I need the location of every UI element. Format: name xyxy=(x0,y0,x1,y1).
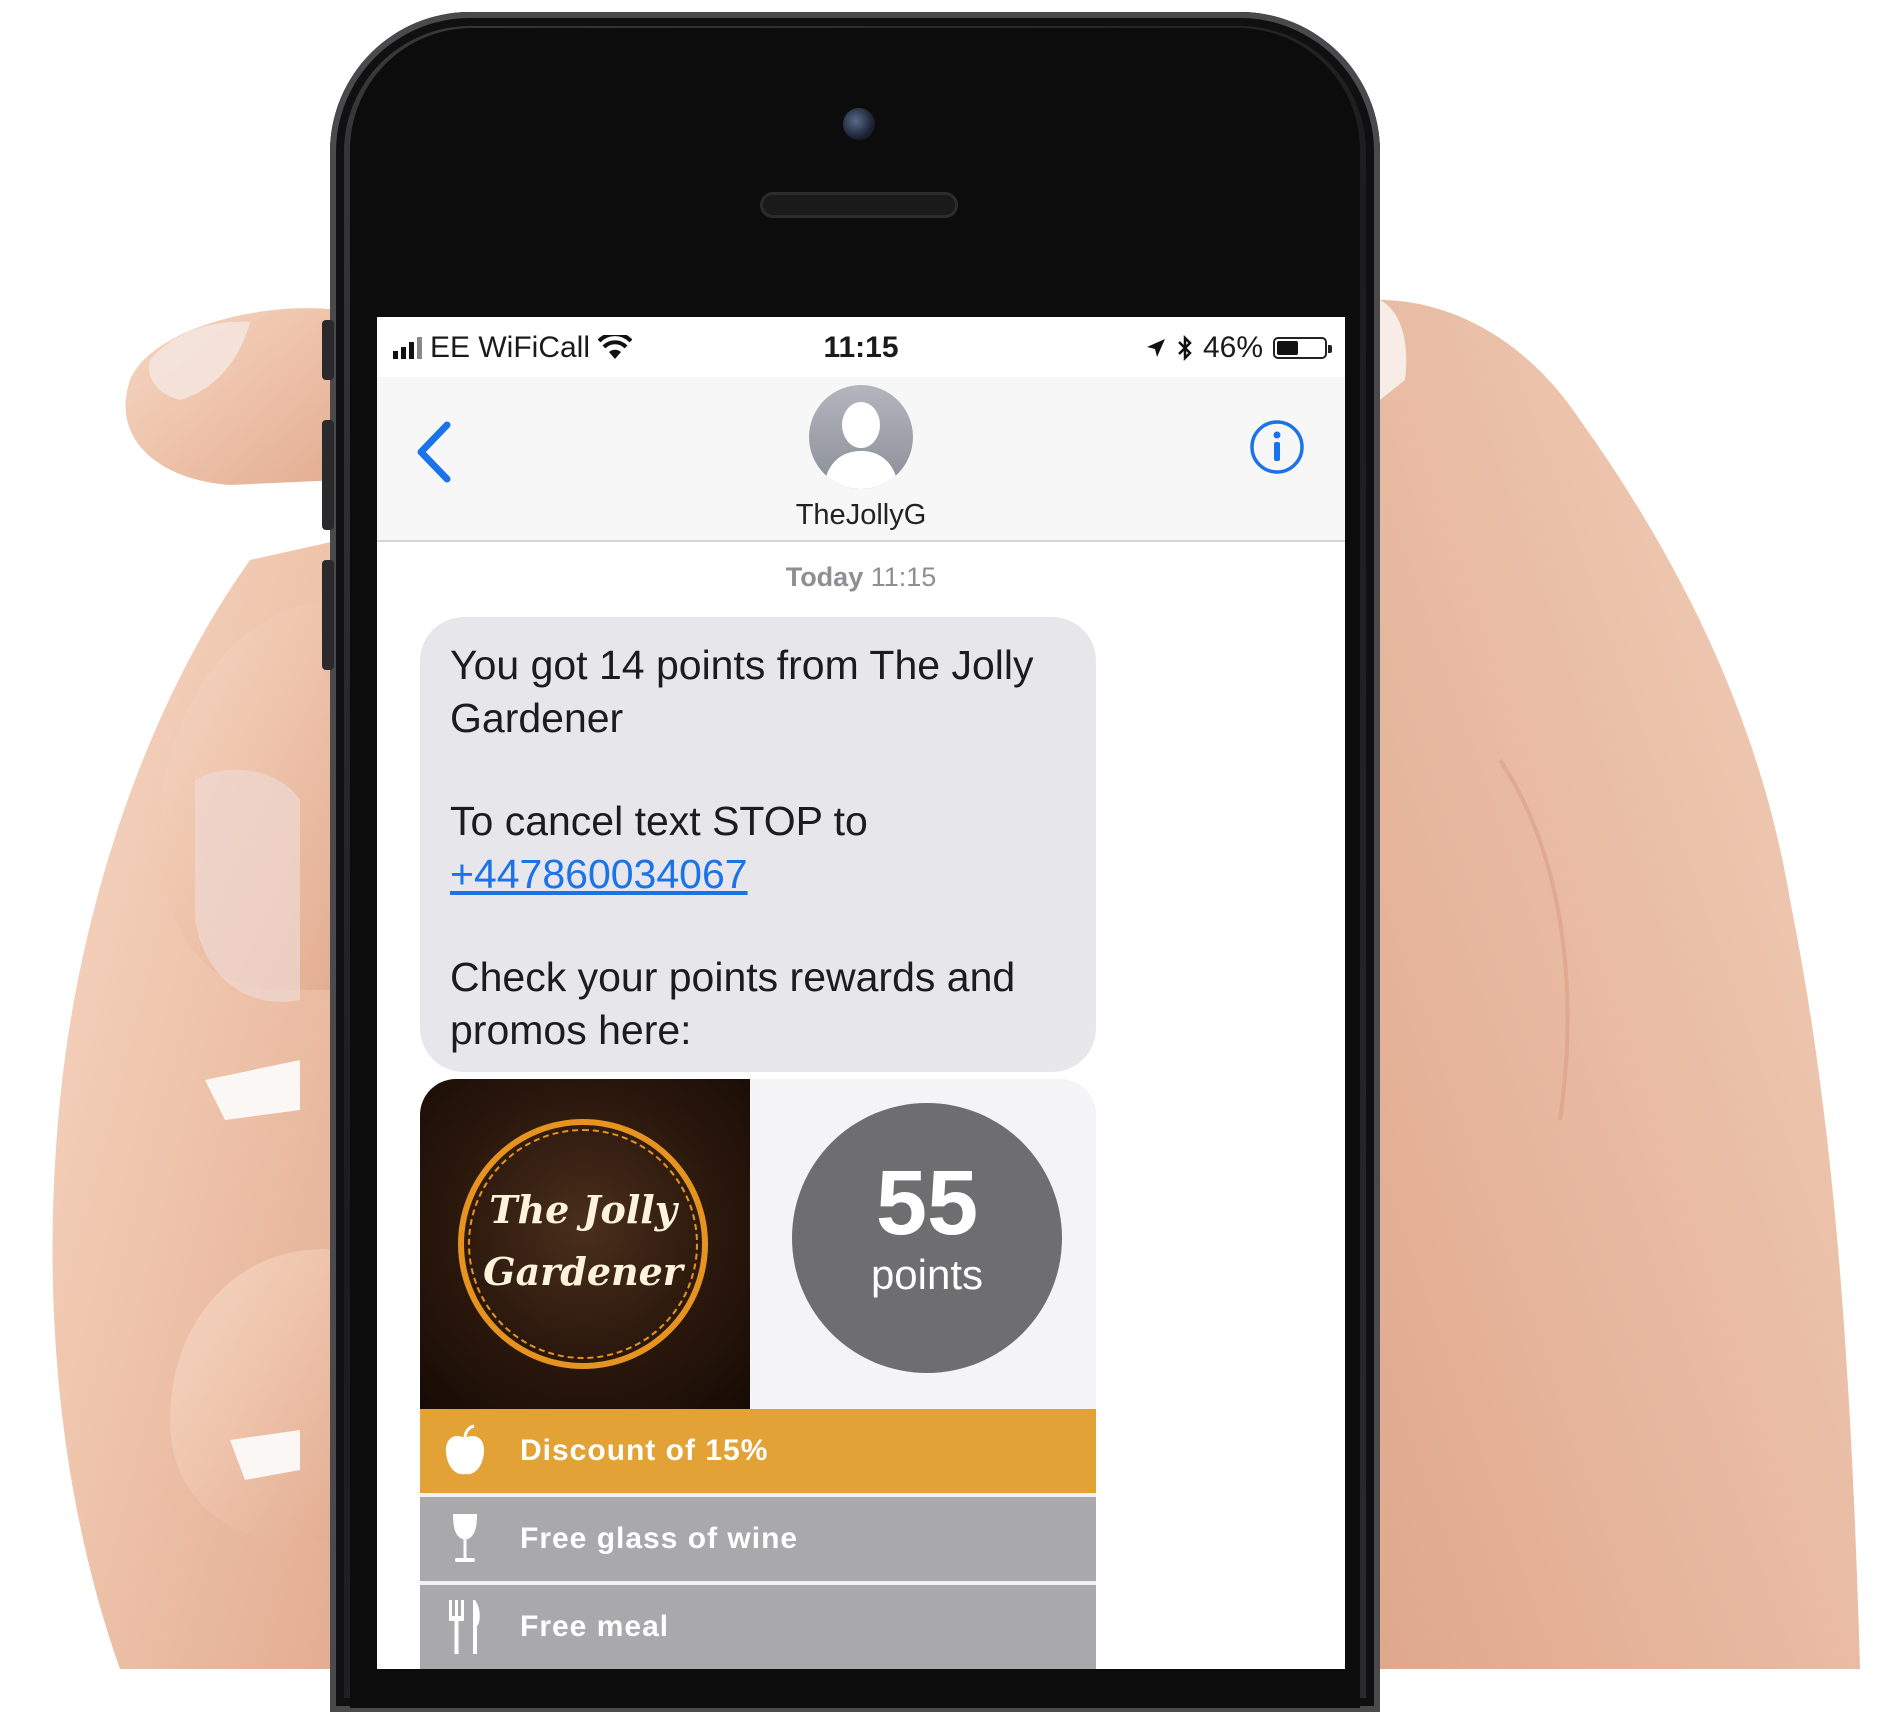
points-badge: 55 points xyxy=(792,1103,1062,1373)
timestamp-time: 11:15 xyxy=(870,562,937,592)
front-camera xyxy=(843,108,875,140)
message-line-cancel: To cancel text STOP to xyxy=(450,798,868,844)
reward-row-meal[interactable]: Free meal xyxy=(420,1585,1096,1669)
points-label: points xyxy=(870,1251,984,1298)
status-right: 46% xyxy=(1145,331,1332,365)
reward-label: Free meal xyxy=(520,1610,670,1643)
incoming-message-bubble[interactable]: You got 14 points from The Jolly Gardene… xyxy=(420,617,1096,1072)
message-timestamp: Today 11:15 xyxy=(377,562,1345,593)
apple-icon xyxy=(445,1424,485,1475)
bluetooth-icon xyxy=(1178,335,1192,361)
message-line-points: You got 14 points from The Jolly Gardene… xyxy=(450,642,1034,741)
points-panel: 55 points xyxy=(750,1079,1096,1409)
points-value: 55 xyxy=(875,1152,979,1254)
reward-row-discount[interactable]: Discount of 15% xyxy=(420,1409,1096,1493)
message-line-check: Check your points rewards and promos her… xyxy=(450,954,1016,1053)
earpiece-speaker xyxy=(760,192,958,218)
wine-glass-icon xyxy=(453,1514,477,1562)
location-arrow-icon xyxy=(1146,339,1165,357)
info-icon[interactable] xyxy=(1249,419,1305,475)
contact-avatar[interactable] xyxy=(809,385,913,489)
logo-text-line1: The Jolly xyxy=(489,1187,677,1232)
timestamp-day: Today xyxy=(785,562,864,592)
mute-switch xyxy=(322,320,334,380)
rewards-card-image[interactable]: The Jolly Gardener 55 points Discount of… xyxy=(420,1079,1096,1669)
back-chevron-icon[interactable] xyxy=(409,417,459,487)
logo-text-line2: Gardener xyxy=(483,1249,683,1294)
volume-down-button xyxy=(322,560,334,670)
reward-row-wine[interactable]: Free glass of wine xyxy=(420,1497,1096,1581)
fork-knife-icon xyxy=(449,1600,480,1654)
volume-up-button xyxy=(322,420,334,530)
contact-name[interactable]: TheJollyG xyxy=(377,499,1345,532)
phone-screen: EE WiFiCall 11:15 46% TheJollyG Today 11… xyxy=(377,317,1345,1669)
jolly-gardener-logo: The Jolly Gardener xyxy=(420,1079,750,1409)
conversation-header: TheJollyG xyxy=(377,377,1345,542)
phone-number-link[interactable]: +447860034067 xyxy=(450,851,748,897)
reward-label: Free glass of wine xyxy=(520,1522,799,1555)
status-bar: EE WiFiCall 11:15 46% xyxy=(377,317,1345,377)
battery-icon xyxy=(1273,337,1332,359)
person-silhouette-icon xyxy=(823,402,899,489)
logo-ring-inner xyxy=(468,1129,698,1359)
battery-percent: 46% xyxy=(1202,331,1263,364)
reward-label: Discount of 15% xyxy=(520,1434,769,1467)
